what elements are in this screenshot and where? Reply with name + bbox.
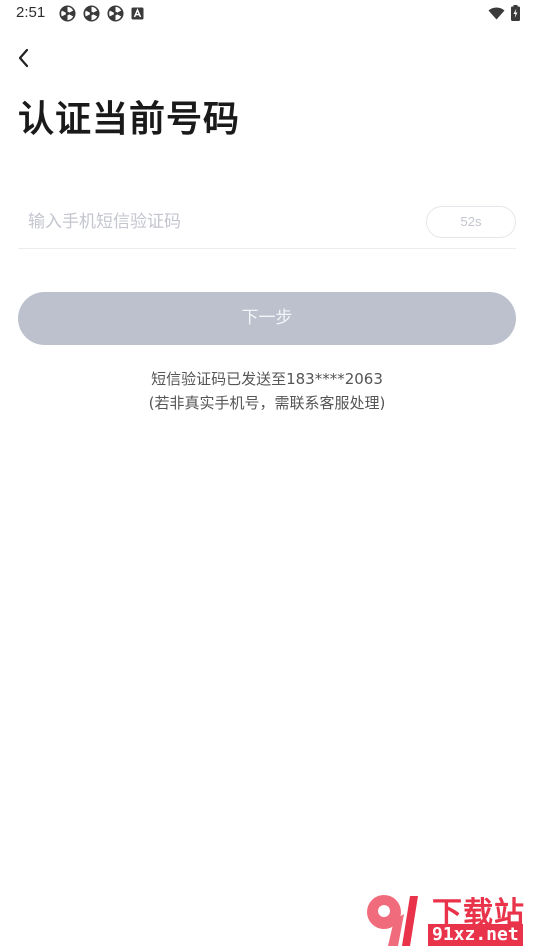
resend-countdown-button[interactable]: 52s (426, 206, 516, 238)
status-bar: 2:51 (0, 0, 534, 28)
fan-icon (59, 5, 76, 22)
site-logo-icon (367, 895, 418, 946)
battery-charging-icon (511, 5, 520, 21)
fan-icon (107, 5, 124, 22)
back-button[interactable] (12, 44, 38, 72)
a-badge-icon (131, 7, 144, 20)
page-title: 认证当前号码 (18, 99, 241, 140)
contact-support-hint: (若非真实手机号，需联系客服处理) (148, 394, 386, 412)
next-step-button[interactable]: 下一步 (18, 292, 516, 345)
status-time: 2:51 (16, 4, 46, 21)
sms-sent-hint: 短信验证码已发送至183****2063 (151, 370, 383, 388)
wifi-icon (488, 7, 505, 20)
sms-code-input[interactable] (18, 200, 418, 244)
verification-code-row: 52s (18, 200, 516, 249)
watermark: 下载站 91xz.net (362, 888, 532, 948)
watermark-url: 91xz.net (428, 924, 523, 946)
notification-icons (59, 5, 144, 22)
fan-icon (83, 5, 100, 22)
system-icons (488, 5, 520, 21)
chevron-left-icon (18, 48, 29, 68)
